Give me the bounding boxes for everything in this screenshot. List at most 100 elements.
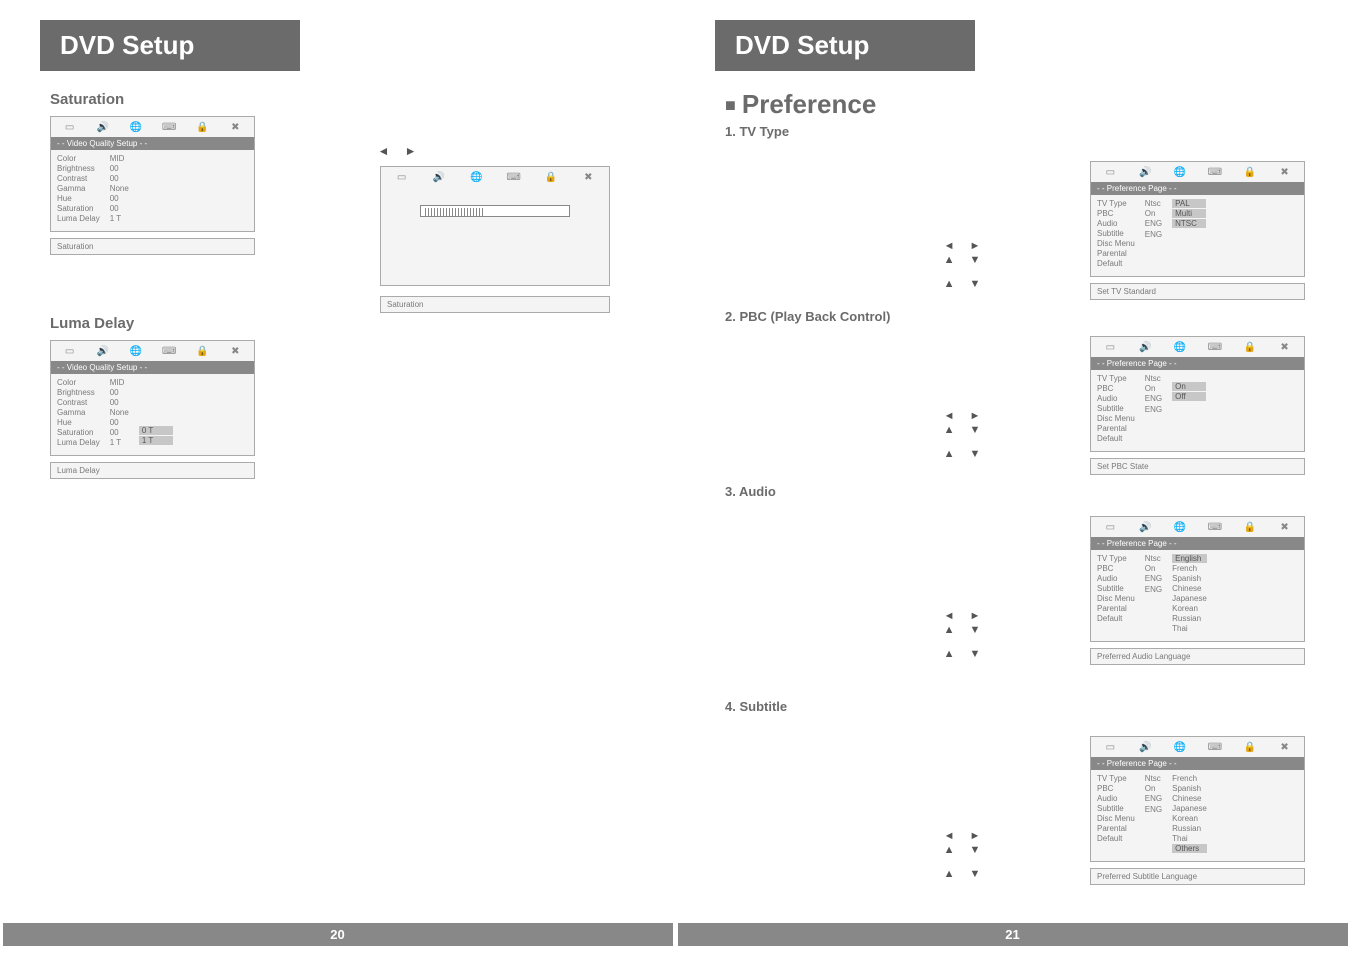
list-item: Default	[1097, 614, 1135, 623]
osd-item-col: TV Type PBC Audio Subtitle Disc Menu Par…	[1097, 774, 1135, 853]
arrow-block: ◄ ► ▲ ▼ ▲ ▼	[935, 610, 995, 660]
list-item: On	[1145, 209, 1162, 218]
option-item[interactable]: PAL	[1172, 199, 1206, 208]
saturation-osd: ▭ 🔊 🌐 ⌨ 🔒 ✖ - - Video Quality Setup - - …	[50, 116, 255, 232]
list-item: ENG	[1145, 574, 1162, 583]
option-item[interactable]: Korean	[1172, 604, 1207, 613]
option-item[interactable]: Russian	[1172, 824, 1207, 833]
list-item: Ntsc	[1145, 554, 1162, 563]
list-item: None	[110, 408, 129, 417]
option-item[interactable]: Others	[1172, 844, 1207, 853]
list-item: Saturation	[57, 428, 100, 437]
list-item: TV Type	[1097, 554, 1135, 563]
osd-item-col: TV Type PBC Audio Subtitle Disc Menu Par…	[1097, 554, 1135, 633]
option-item[interactable]: Multi	[1172, 209, 1206, 218]
list-item: PBC	[1097, 784, 1135, 793]
globe-icon: 🌐	[1172, 166, 1188, 178]
list-item: 00	[110, 398, 129, 407]
option-item[interactable]: Chinese	[1172, 584, 1207, 593]
list-item: Default	[1097, 259, 1135, 268]
speaker-icon: 🔊	[1137, 521, 1153, 533]
list-item: Ntsc	[1145, 774, 1162, 783]
list-item: Contrast	[57, 398, 100, 407]
saturation-slider-osd: ▭ 🔊 🌐 ⌨ 🔒 ✖	[380, 166, 610, 286]
option-item[interactable]: 1 T	[139, 436, 173, 445]
list-item: 00	[110, 164, 129, 173]
osd-header: - - Video Quality Setup - -	[51, 137, 254, 150]
option-item[interactable]: NTSC	[1172, 219, 1206, 228]
option-item[interactable]: Spanish	[1172, 784, 1207, 793]
close-icon: ✖	[1277, 341, 1293, 353]
keyboard-icon: ⌨	[1207, 741, 1223, 753]
option-item[interactable]: Japanese	[1172, 594, 1207, 603]
list-item: ENG	[1145, 585, 1162, 594]
arrow-lr: ◄ ►	[370, 140, 430, 162]
list-item: 00	[110, 418, 129, 427]
lock-icon: 🔒	[543, 171, 559, 183]
list-item: Hue	[57, 418, 100, 427]
globe-icon: 🌐	[1172, 341, 1188, 353]
arrow-ud: ▲ ▼	[935, 424, 995, 436]
tvtype-footer: Set TV Standard	[1090, 283, 1305, 300]
close-icon: ✖	[227, 121, 243, 133]
option-item[interactable]: Japanese	[1172, 804, 1207, 813]
close-icon: ✖	[1277, 741, 1293, 753]
list-item: Disc Menu	[1097, 414, 1135, 423]
tvtype-osd: ▭🔊🌐⌨🔒✖ - - Preference Page - - TV Type P…	[1090, 161, 1305, 277]
option-item[interactable]: French	[1172, 564, 1207, 573]
osd-icon-row: ▭ 🔊 🌐 ⌨ 🔒 ✖	[381, 167, 609, 187]
pbc-osd: ▭🔊🌐⌨🔒✖ - - Preference Page - - TV Type P…	[1090, 336, 1305, 452]
option-item[interactable]: Spanish	[1172, 574, 1207, 583]
close-icon: ✖	[1277, 166, 1293, 178]
saturation-right-footer: Saturation	[380, 296, 610, 313]
page-title: DVD Setup	[715, 20, 975, 71]
close-icon: ✖	[580, 171, 596, 183]
osd-value-col: MID 00 00 None 00 00 1 T	[110, 154, 129, 223]
option-item[interactable]: Thai	[1172, 834, 1207, 843]
option-item[interactable]: Off	[1172, 392, 1206, 401]
tv-icon: ▭	[62, 121, 78, 133]
list-item: 00	[110, 204, 129, 213]
saturation-slider[interactable]	[420, 205, 570, 217]
list-item: Brightness	[57, 388, 100, 397]
list-item: Brightness	[57, 164, 100, 173]
lock-icon: 🔒	[194, 345, 210, 357]
globe-icon: 🌐	[468, 171, 484, 183]
list-item: Audio	[1097, 574, 1135, 583]
list-item: Luma Delay	[57, 438, 100, 447]
left-page: DVD Setup Saturation ▭ 🔊 🌐 ⌨ 🔒 ✖ - - Vid…	[0, 0, 675, 954]
list-item: Saturation	[57, 204, 100, 213]
list-item: MID	[110, 378, 129, 387]
option-item[interactable]: 0 T	[139, 426, 173, 435]
lock-icon: 🔒	[194, 121, 210, 133]
arrow-ud2: ▲ ▼	[935, 648, 995, 660]
osd-options-col: 0 T 1 T	[139, 426, 173, 447]
osd-icon-row: ▭ 🔊 🌐 ⌨ 🔒 ✖	[51, 117, 254, 137]
list-item: Parental	[1097, 249, 1135, 258]
option-item[interactable]: French	[1172, 774, 1207, 783]
list-item: TV Type	[1097, 774, 1135, 783]
speaker-icon: 🔊	[95, 345, 111, 357]
option-item[interactable]: Korean	[1172, 814, 1207, 823]
osd-options-col: English French Spanish Chinese Japanese …	[1172, 554, 1207, 633]
luma-heading: Luma Delay	[50, 315, 675, 332]
globe-icon: 🌐	[1172, 521, 1188, 533]
osd-item-col: Color Brightness Contrast Gamma Hue Satu…	[57, 154, 100, 223]
list-item: 00	[110, 388, 129, 397]
option-item[interactable]: Russian	[1172, 614, 1207, 623]
lock-icon: 🔒	[1242, 521, 1258, 533]
list-item: None	[110, 184, 129, 193]
arrow-ud2: ▲ ▼	[935, 448, 995, 460]
list-item: Gamma	[57, 184, 100, 193]
option-item[interactable]: On	[1172, 382, 1206, 391]
option-item[interactable]: Chinese	[1172, 794, 1207, 803]
luma-footer: Luma Delay	[50, 462, 255, 479]
option-item[interactable]: English	[1172, 554, 1207, 563]
arrow-block: ◄ ► ▲ ▼ ▲ ▼	[935, 410, 995, 460]
audio-label: 3. Audio	[725, 484, 1350, 499]
list-item: 00	[110, 194, 129, 203]
list-item: Subtitle	[1097, 404, 1135, 413]
option-item[interactable]: Thai	[1172, 624, 1207, 633]
osd-value-col: Ntsc On ENG ENG	[1145, 554, 1162, 633]
list-item: On	[1145, 564, 1162, 573]
